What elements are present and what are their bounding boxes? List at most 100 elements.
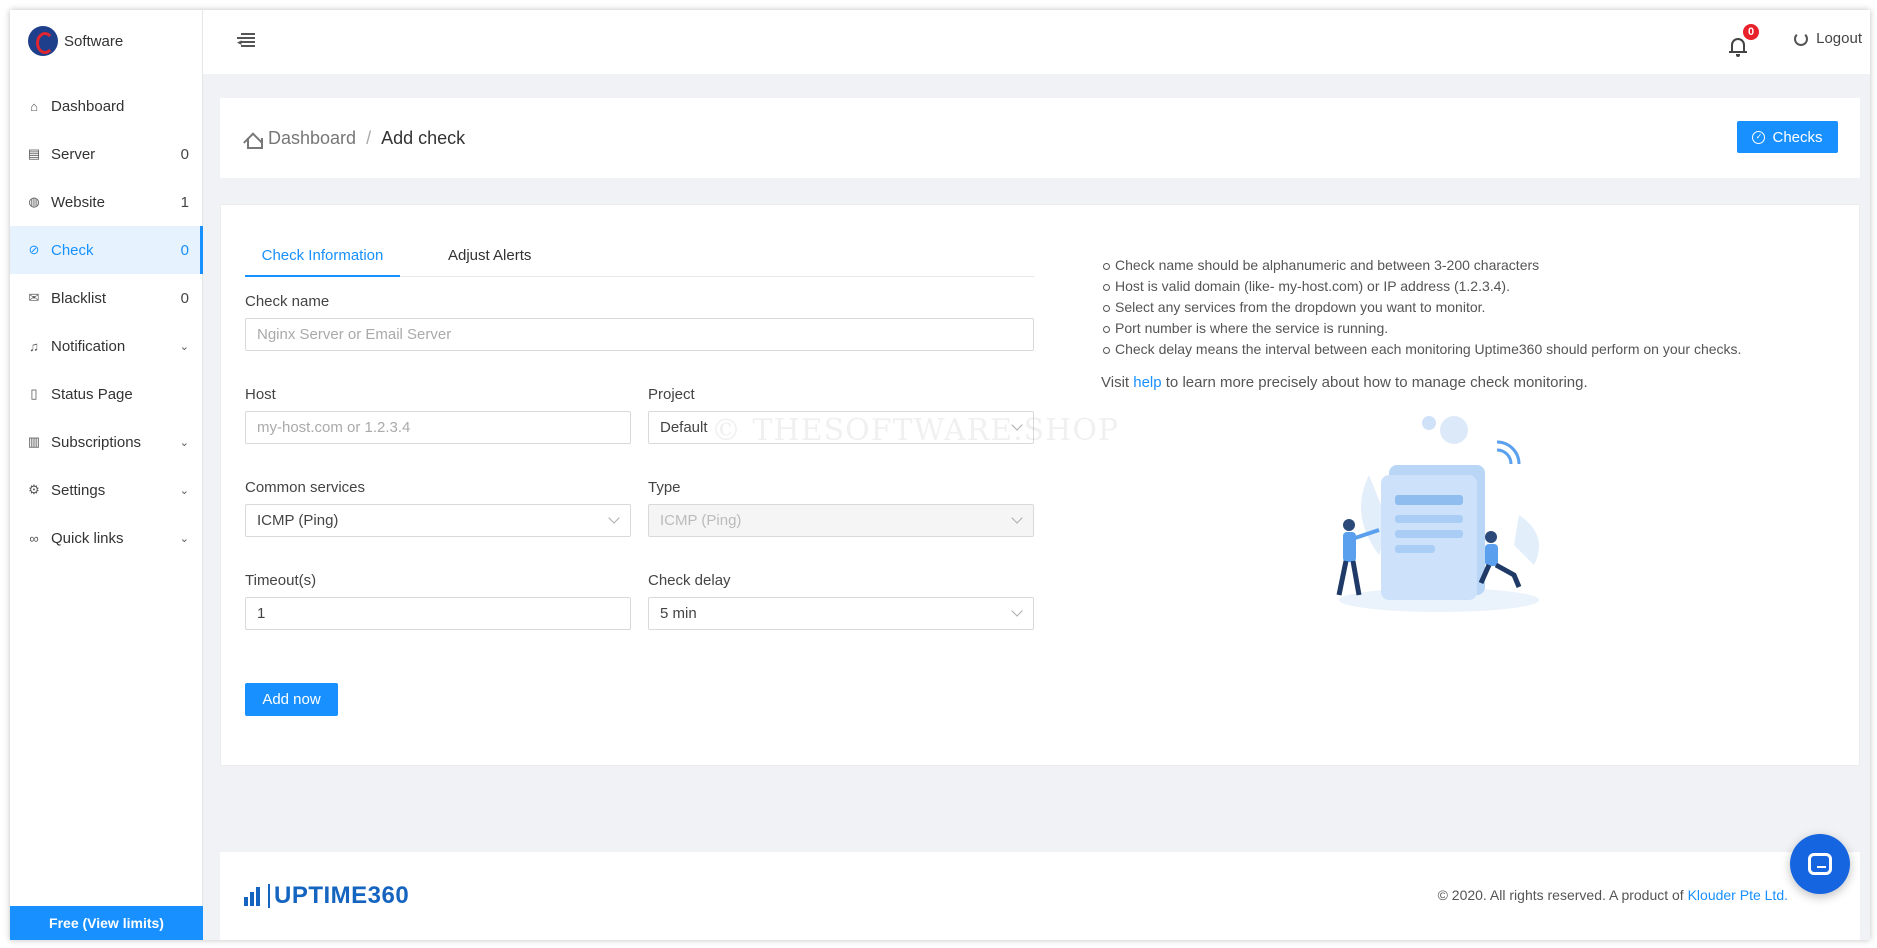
server-icon: ▤ [27,146,41,161]
sidebar-item-website[interactable]: ◍ Website 1 [10,178,203,226]
sidebar-item-label: Notification [51,337,126,355]
timeout-label: Timeout(s) [245,572,317,589]
help-suffix: to learn more precisely about how to man… [1161,374,1588,391]
tip-item: Port number is where the service is runn… [1101,318,1821,339]
top-bar: ◂ 0 Logout [203,10,1870,74]
sidebar: Software ⌂ Dashboard ▤ Server 0 ◍ Websit… [10,10,203,940]
sidebar-item-label: Quick links [51,529,124,547]
sidebar-item-quick-links[interactable]: ∞ Quick links ⌄ [10,514,203,562]
form-tabs: Check Information Adjust Alerts [245,237,1034,277]
help-prefix: Visit [1101,374,1134,391]
sidebar-item-blacklist[interactable]: ✉ Blacklist 0 [10,274,203,322]
home-icon[interactable] [244,131,263,149]
help-text: Visit help to learn more precisely about… [1101,374,1821,391]
chevron-down-icon [1011,512,1023,524]
sidebar-item-subscriptions[interactable]: ▥ Subscriptions ⌄ [10,418,203,466]
chevron-down-icon: ⌄ [179,436,189,449]
free-plan-button[interactable]: Free (View limits) [10,906,203,940]
tip-item: Check name should be alphanumeric and be… [1101,255,1821,276]
chat-button[interactable] [1790,834,1850,894]
brand-logo[interactable]: Software [28,26,123,56]
copyright-text: © 2020. All rights reserved. A product o… [1437,887,1688,903]
type-select-value: ICMP (Ping) [660,512,742,529]
check-name-input[interactable]: Nginx Server or Email Server [245,318,1034,351]
chevron-down-icon [1011,605,1023,617]
uptime360-logo: UPTIME360 [244,884,409,908]
chat-bubble-icon [1808,853,1832,875]
chevron-down-icon: ⌄ [179,532,189,545]
gear-icon: ⚙ [28,482,40,497]
sidebar-item-check[interactable]: ⊘ Check 0 [10,226,203,274]
sidebar-item-label: Blacklist [51,289,107,307]
chart-icon: ▥ [27,434,41,449]
tips-list: Check name should be alphanumeric and be… [1101,255,1821,360]
sidebar-item-label: Server [51,145,96,163]
common-services-label: Common services [245,479,366,496]
breadcrumb-bar: Dashboard / Add check ✓ Checks [220,98,1860,178]
page-icon: ▯ [30,386,38,401]
bars-logo-icon [244,886,264,906]
add-check-card: Check Information Adjust Alerts Check na… [220,204,1860,766]
sidebar-item-label: Subscriptions [51,433,142,451]
logout-label: Logout [1816,30,1862,47]
help-tips: Check name should be alphanumeric and be… [1101,255,1821,391]
check-circle-icon: ✓ [1752,130,1766,144]
sidebar-item-count: 0 [180,241,189,259]
check-illustration [1336,416,1539,612]
sidebar-item-server[interactable]: ▤ Server 0 [10,130,203,178]
mail-icon: ✉ [28,290,40,305]
breadcrumb-current: Add check [381,128,466,148]
tip-item: Select any services from the dropdown yo… [1101,297,1821,318]
footer: UPTIME360 © 2020. All rights reserved. A… [220,852,1860,940]
chevron-down-icon: ⌄ [179,484,189,497]
breadcrumb-separator: / [366,128,372,148]
type-select: ICMP (Ping) [648,504,1034,537]
help-link[interactable]: help [1133,374,1161,391]
breadcrumb-root[interactable]: Dashboard [268,128,356,149]
checks-button-label: Checks [1772,128,1823,146]
chevron-down-icon [608,512,620,524]
sidebar-item-dashboard[interactable]: ⌂ Dashboard [10,82,203,130]
sidebar-item-label: Status Page [51,385,133,403]
sidebar-item-label: Settings [51,481,106,499]
logout-button[interactable]: Logout [1794,30,1862,47]
breadcrumb: Dashboard / Add check [244,128,465,149]
check-circle-icon: ⊘ [28,242,40,257]
check-delay-select[interactable]: 5 min [648,597,1034,630]
tab-adjust-alerts[interactable]: Adjust Alerts [433,237,546,277]
check-delay-value: 5 min [660,605,697,622]
sidebar-item-count: 0 [180,145,189,163]
type-label: Type [648,479,681,496]
checks-button[interactable]: ✓ Checks [1737,121,1838,153]
timeout-input[interactable]: 1 [245,597,631,630]
klouder-link[interactable]: Klouder Pte Ltd. [1688,887,1788,903]
bell-icon: ♫ [29,338,39,354]
common-services-value: ICMP (Ping) [257,512,339,529]
common-services-select[interactable]: ICMP (Ping) [245,504,631,537]
add-now-button[interactable]: Add now [245,683,338,716]
home-icon: ⌂ [30,98,38,114]
project-select-value: Default [660,419,708,436]
sidebar-item-label: Dashboard [51,97,125,115]
logo-mark-icon [28,26,58,56]
check-delay-label: Check delay [648,572,731,589]
app-window: Software ⌂ Dashboard ▤ Server 0 ◍ Websit… [10,10,1870,940]
chevron-down-icon: ⌄ [179,340,189,353]
sidebar-item-status-page[interactable]: ▯ Status Page [10,370,203,418]
copyright: © 2020. All rights reserved. A product o… [1438,887,1788,903]
host-input[interactable]: my-host.com or 1.2.3.4 [245,411,631,444]
check-name-label: Check name [245,293,330,310]
link-icon: ∞ [29,530,39,546]
menu-collapse-icon[interactable]: ◂ [237,32,255,48]
sidebar-nav: ⌂ Dashboard ▤ Server 0 ◍ Website 1 ⊘ Che… [10,82,203,562]
sidebar-item-label: Website [51,193,105,211]
sidebar-item-label: Check [51,241,94,259]
footer-logo-text: UPTIME360 [268,884,409,908]
notification-badge: 0 [1741,22,1761,42]
sidebar-item-notification[interactable]: ♫ Notification ⌄ [10,322,203,370]
sidebar-item-settings[interactable]: ⚙ Settings ⌄ [10,466,203,514]
brand-name: Software [64,32,124,50]
tip-item: Host is valid domain (like- my-host.com)… [1101,276,1821,297]
project-label: Project [648,386,695,403]
tab-check-information[interactable]: Check Information [245,237,400,277]
